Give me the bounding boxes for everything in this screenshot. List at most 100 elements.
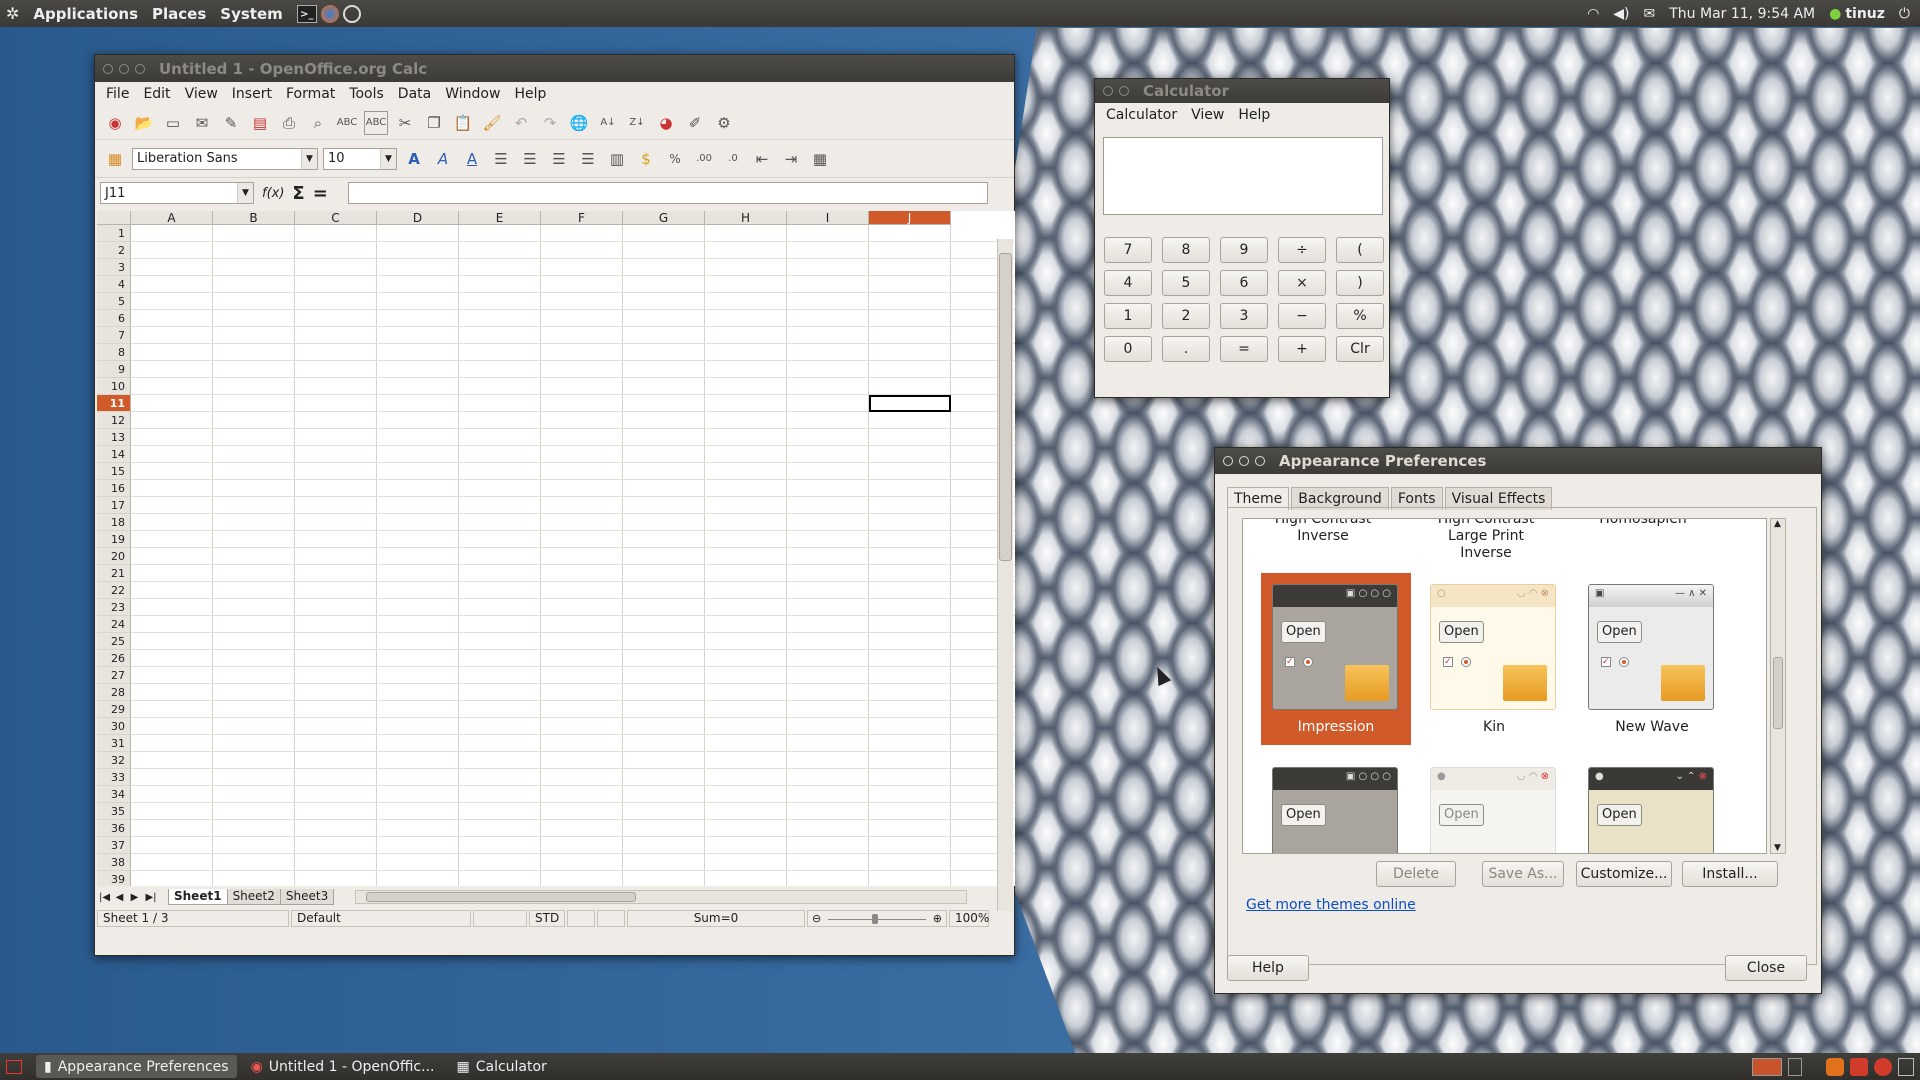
status-mode[interactable]: STD bbox=[529, 910, 565, 927]
get-more-themes-link[interactable]: Get more themes online bbox=[1246, 897, 1416, 913]
column-header-f[interactable]: F bbox=[541, 211, 623, 225]
sheet-tab-2[interactable]: Sheet2 bbox=[226, 889, 281, 905]
formula-input[interactable] bbox=[347, 182, 988, 204]
grid-corner[interactable] bbox=[97, 211, 131, 225]
row-header[interactable]: 11 bbox=[97, 395, 131, 412]
menu-help[interactable]: Help bbox=[514, 86, 546, 102]
customize-button[interactable]: Customize... bbox=[1576, 861, 1672, 887]
chevron-down-icon[interactable]: ▼ bbox=[237, 183, 253, 203]
sum-icon[interactable]: Σ bbox=[292, 183, 304, 204]
globe-launcher-icon[interactable] bbox=[342, 4, 361, 23]
column-header-b[interactable]: B bbox=[213, 211, 295, 225]
borders-icon[interactable]: ▦ bbox=[808, 147, 832, 171]
function-icon[interactable]: = bbox=[313, 183, 328, 204]
zoom-handle[interactable] bbox=[872, 914, 878, 924]
horizontal-scrollbar[interactable] bbox=[355, 890, 968, 904]
theme-partial-3[interactable]: ● ⌄ ⌃ ⊗ Open bbox=[1577, 767, 1727, 853]
menu-insert[interactable]: Insert bbox=[232, 86, 272, 102]
column-header-h[interactable]: H bbox=[705, 211, 787, 225]
redo-icon[interactable]: ↷ bbox=[538, 111, 562, 135]
chevron-down-icon[interactable]: ▼ bbox=[301, 148, 317, 169]
workspace-icon[interactable] bbox=[1788, 1057, 1802, 1076]
places-menu[interactable]: Places bbox=[152, 5, 206, 23]
percent-icon[interactable]: % bbox=[663, 147, 687, 171]
row-header[interactable]: 14 bbox=[97, 446, 131, 463]
active-cell[interactable] bbox=[869, 395, 951, 412]
zoom-in-icon[interactable]: ⊕ bbox=[933, 911, 942, 926]
calc-key[interactable]: 1 bbox=[1104, 303, 1152, 329]
zoom-out-icon[interactable]: ⊖ bbox=[812, 911, 821, 926]
first-sheet-icon[interactable]: |◀ bbox=[97, 892, 112, 903]
close-button[interactable]: Close bbox=[1725, 955, 1807, 981]
next-sheet-icon[interactable]: ▶ bbox=[127, 892, 142, 903]
sheet-tab-3[interactable]: Sheet3 bbox=[279, 889, 335, 905]
function-wizard-icon[interactable]: f(x) bbox=[262, 186, 284, 201]
calc-key[interactable]: 5 bbox=[1162, 270, 1210, 296]
row-header[interactable]: 30 bbox=[97, 718, 131, 735]
row-header[interactable]: 8 bbox=[97, 344, 131, 361]
align-right-icon[interactable]: ☰ bbox=[547, 147, 571, 171]
calc-key[interactable]: Clr bbox=[1336, 336, 1384, 362]
firefox-launcher-icon[interactable] bbox=[320, 4, 339, 23]
align-center-icon[interactable]: ☰ bbox=[518, 147, 542, 171]
volume-icon[interactable]: ◀) bbox=[1613, 5, 1629, 23]
row-header[interactable]: 1 bbox=[97, 225, 131, 242]
column-header-d[interactable]: D bbox=[377, 211, 459, 225]
row-header[interactable]: 32 bbox=[97, 752, 131, 769]
menu-help[interactable]: Help bbox=[1238, 107, 1270, 123]
number-format-icon[interactable]: .00 bbox=[692, 147, 716, 171]
wifi-icon[interactable]: ◠ bbox=[1587, 5, 1599, 23]
theme-kin[interactable]: ○ ◡ ◠ ⊗ Open ✓ Kin bbox=[1419, 573, 1569, 745]
cut-icon[interactable]: ✂ bbox=[393, 111, 417, 135]
system-menu[interactable]: System bbox=[220, 5, 282, 23]
sort-descending-icon[interactable]: Z↓ bbox=[625, 111, 649, 135]
row-header[interactable]: 12 bbox=[97, 412, 131, 429]
theme-list[interactable]: High Contrast Inverse High Contrast Larg… bbox=[1242, 518, 1767, 854]
vertical-scrollbar[interactable] bbox=[997, 239, 1013, 911]
print-icon[interactable]: ⎙ bbox=[277, 111, 301, 135]
calc-key[interactable]: . bbox=[1162, 336, 1210, 362]
taskbar-item-calculator[interactable]: ▦ Calculator bbox=[448, 1055, 554, 1078]
calculator-display[interactable] bbox=[1103, 137, 1383, 215]
clock[interactable]: Thu Mar 11, 9:54 AM bbox=[1669, 6, 1815, 22]
row-header[interactable]: 39 bbox=[97, 871, 131, 886]
close-icon[interactable] bbox=[103, 63, 113, 74]
appearance-titlebar[interactable]: Appearance Preferences bbox=[1215, 448, 1821, 474]
calc-key[interactable]: = bbox=[1220, 336, 1268, 362]
calc-key[interactable]: 8 bbox=[1162, 237, 1210, 263]
user-menu[interactable]: ● tinuz bbox=[1829, 5, 1885, 23]
calc-key[interactable]: 3 bbox=[1220, 303, 1268, 329]
chart-icon[interactable]: ◕ bbox=[654, 111, 678, 135]
open-icon[interactable]: 📂 bbox=[132, 111, 156, 135]
row-header[interactable]: 17 bbox=[97, 497, 131, 514]
terminal-launcher-icon[interactable]: >_ bbox=[296, 4, 317, 23]
h-scroll-thumb[interactable] bbox=[366, 892, 637, 902]
minimize-icon[interactable] bbox=[119, 63, 129, 74]
calc-key[interactable]: 6 bbox=[1220, 270, 1268, 296]
menu-tools[interactable]: Tools bbox=[349, 86, 384, 102]
underline-icon[interactable]: A bbox=[460, 147, 484, 171]
row-header[interactable]: 37 bbox=[97, 837, 131, 854]
chevron-down-icon[interactable]: ▼ bbox=[380, 148, 396, 169]
new-document-icon[interactable]: ◉ bbox=[103, 111, 127, 135]
row-header[interactable]: 15 bbox=[97, 463, 131, 480]
trash-icon[interactable] bbox=[1898, 1057, 1914, 1076]
theme-partial-1[interactable]: ▣ ○ ○ ○ Open bbox=[1261, 767, 1411, 853]
column-header-c[interactable]: C bbox=[295, 211, 377, 225]
taskbar-item-appearance[interactable]: ▮ Appearance Preferences bbox=[36, 1055, 237, 1078]
app-tray-icon[interactable] bbox=[1874, 1057, 1892, 1076]
decimal-icon[interactable]: .0 bbox=[721, 147, 745, 171]
row-header[interactable]: 28 bbox=[97, 684, 131, 701]
calc-key[interactable]: − bbox=[1278, 303, 1326, 329]
spellcheck-icon[interactable]: ABC bbox=[335, 111, 359, 135]
row-header[interactable]: 27 bbox=[97, 667, 131, 684]
save-as-button[interactable]: Save As... bbox=[1482, 861, 1564, 887]
merge-cells-icon[interactable]: ▥ bbox=[605, 147, 629, 171]
indent-decrease-icon[interactable]: ⇤ bbox=[750, 147, 774, 171]
row-header[interactable]: 23 bbox=[97, 599, 131, 616]
row-header[interactable]: 25 bbox=[97, 633, 131, 650]
page-preview-icon[interactable]: ⌕ bbox=[306, 111, 330, 135]
row-header[interactable]: 6 bbox=[97, 310, 131, 327]
navigator-icon[interactable]: ⚙ bbox=[712, 111, 736, 135]
column-header-i[interactable]: I bbox=[787, 211, 869, 225]
